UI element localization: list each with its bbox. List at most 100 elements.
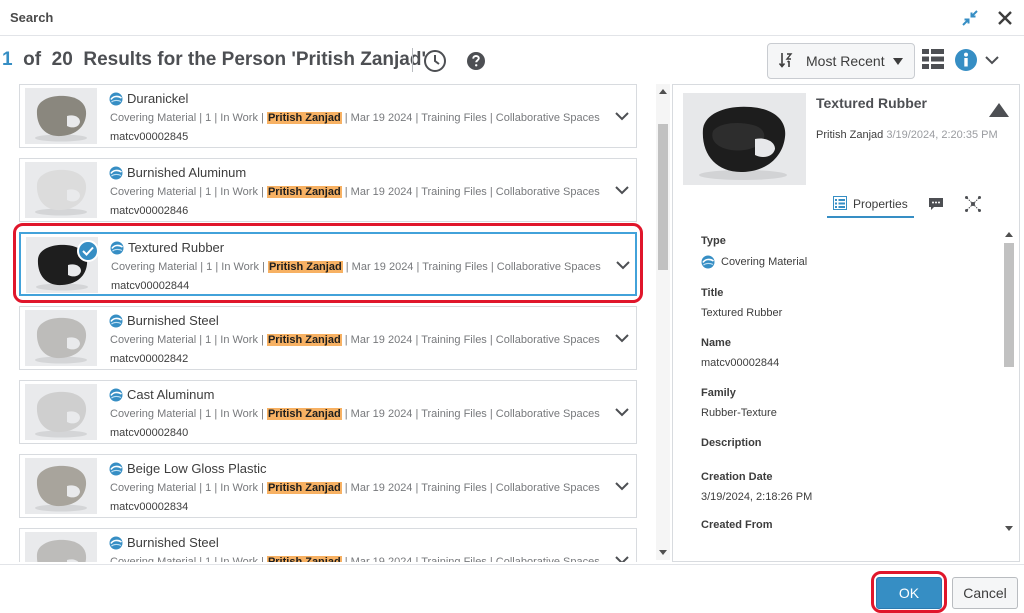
result-card[interactable]: Burnished Aluminum Covering Material | 1 … bbox=[19, 158, 637, 222]
result-card[interactable]: Burnished Steel Covering Material | 1 | I… bbox=[19, 306, 637, 370]
property-item: Created From bbox=[701, 519, 773, 531]
result-card[interactable]: Beige Low Gloss Plastic Covering Material… bbox=[19, 454, 637, 518]
result-thumbnail bbox=[25, 532, 97, 562]
covering-material-icon bbox=[109, 536, 123, 550]
result-owner-highlight: Pritish Zanjad bbox=[266, 556, 342, 562]
chevron-down-icon[interactable] bbox=[614, 479, 630, 491]
results-scrollbar-thumb[interactable] bbox=[658, 124, 668, 270]
props-scroll-up-icon[interactable] bbox=[1005, 231, 1013, 239]
result-card[interactable]: Textured Rubber Covering Material | 1 | I… bbox=[19, 232, 637, 296]
cancel-button[interactable]: Cancel bbox=[952, 577, 1018, 609]
dialog-title-bar: Search bbox=[0, 0, 1024, 36]
covering-material-icon bbox=[109, 92, 123, 106]
properties-scrollbar[interactable] bbox=[1002, 227, 1016, 539]
properties-list-icon bbox=[833, 195, 847, 213]
properties-scrollbar-thumb[interactable] bbox=[1004, 243, 1014, 367]
result-thumbnail bbox=[25, 310, 97, 366]
result-meta-suffix: | Mar 19 2024 | Training Files | Collabo… bbox=[344, 482, 600, 494]
chevron-down-icon[interactable] bbox=[615, 258, 631, 270]
result-owner-highlight: Pritish Zanjad bbox=[266, 112, 342, 124]
result-thumbnail bbox=[25, 88, 97, 144]
dialog-title: Search bbox=[10, 10, 54, 25]
detail-owner-line: Pritish Zanjad 3/19/2024, 2:20:35 PM bbox=[816, 129, 998, 141]
question-circle-icon[interactable] bbox=[463, 48, 489, 74]
selected-check-icon bbox=[77, 240, 99, 262]
result-meta-prefix: Covering Material | 1 | In Work | bbox=[110, 186, 264, 198]
result-name[interactable]: Burnished Aluminum bbox=[127, 165, 246, 180]
dialog-footer: OK Cancel bbox=[0, 564, 1024, 612]
tab-relations[interactable] bbox=[958, 192, 988, 218]
results-count: 1 of 20 Results for the Person 'Pritish … bbox=[2, 49, 426, 71]
covering-material-icon bbox=[109, 388, 123, 402]
result-meta-suffix: | Mar 19 2024 | Training Files | Collabo… bbox=[344, 556, 600, 562]
result-meta-prefix: Covering Material | 1 | In Work | bbox=[110, 556, 264, 562]
property-value: matcv00002844 bbox=[701, 357, 780, 369]
tab-properties-label: Properties bbox=[853, 197, 908, 211]
result-owner-highlight: Pritish Zanjad bbox=[266, 482, 342, 494]
result-card[interactable]: Cast Aluminum Covering Material | 1 | In … bbox=[19, 380, 637, 444]
chevron-down-icon[interactable] bbox=[614, 331, 630, 343]
clock-icon[interactable] bbox=[422, 48, 448, 74]
results-description: Results for the Person 'Pritish Zanjad' bbox=[83, 49, 427, 70]
property-item: Name matcv00002844 bbox=[701, 337, 779, 369]
result-meta-prefix: Covering Material | 1 | In Work | bbox=[110, 408, 264, 420]
chevron-down-icon[interactable] bbox=[614, 553, 630, 562]
result-name[interactable]: Duranickel bbox=[127, 91, 188, 106]
info-circle-icon[interactable] bbox=[953, 47, 979, 73]
result-name[interactable]: Burnished Steel bbox=[127, 313, 219, 328]
chevron-down-icon[interactable] bbox=[614, 405, 630, 417]
result-meta-prefix: Covering Material | 1 | In Work | bbox=[110, 112, 264, 124]
minimize-arrows-icon[interactable] bbox=[958, 6, 982, 30]
property-label: Creation Date bbox=[701, 471, 773, 483]
property-item: Description bbox=[701, 437, 762, 449]
result-thumbnail bbox=[25, 458, 97, 514]
property-value: Rubber-Texture bbox=[701, 407, 777, 419]
chevron-down-icon[interactable] bbox=[614, 109, 630, 121]
result-meta: Covering Material | 1 | In Work | Pritis… bbox=[110, 186, 600, 198]
result-owner-highlight: Pritish Zanjad bbox=[267, 261, 343, 273]
caret-down-icon bbox=[892, 53, 903, 69]
result-meta-prefix: Covering Material | 1 | In Work | bbox=[110, 482, 264, 494]
result-owner-highlight: Pritish Zanjad bbox=[266, 186, 342, 198]
detail-title: Textured Rubber bbox=[816, 95, 927, 111]
tab-properties[interactable]: Properties bbox=[827, 192, 914, 218]
result-name[interactable]: Textured Rubber bbox=[128, 240, 224, 255]
result-identifier: matcv00002845 bbox=[110, 131, 189, 143]
detail-preview-image bbox=[683, 93, 806, 185]
result-identifier: matcv00002840 bbox=[110, 427, 189, 439]
result-meta-suffix: | Mar 19 2024 | Training Files | Collabo… bbox=[344, 112, 600, 124]
result-meta: Covering Material | 1 | In Work | Pritis… bbox=[110, 334, 600, 346]
sort-dropdown[interactable]: Most Recent bbox=[767, 43, 915, 79]
results-scrollbar[interactable] bbox=[656, 84, 670, 560]
result-card[interactable]: Duranickel Covering Material | 1 | In Wor… bbox=[19, 84, 637, 148]
result-meta: Covering Material | 1 | In Work | Pritis… bbox=[111, 261, 601, 273]
results-list: Duranickel Covering Material | 1 | In Wor… bbox=[0, 82, 654, 562]
chevron-down-icon[interactable] bbox=[614, 183, 630, 195]
covering-material-icon bbox=[109, 314, 123, 328]
detail-date: 3/19/2024, 2:20:35 PM bbox=[886, 129, 998, 141]
result-thumbnail bbox=[25, 162, 97, 218]
chevron-down-icon[interactable] bbox=[979, 47, 1005, 73]
result-name[interactable]: Beige Low Gloss Plastic bbox=[127, 461, 266, 476]
sort-order-icon bbox=[778, 51, 796, 72]
sort-label: Most Recent bbox=[806, 53, 885, 69]
result-meta: Covering Material | 1 | In Work | Pritis… bbox=[110, 482, 600, 494]
header-divider bbox=[412, 48, 413, 72]
covering-material-icon bbox=[109, 166, 123, 180]
close-icon[interactable] bbox=[993, 6, 1017, 30]
props-scroll-down-icon[interactable] bbox=[1005, 524, 1013, 532]
scroll-up-arrow-icon[interactable] bbox=[659, 88, 667, 96]
detail-owner: Pritish Zanjad bbox=[816, 129, 884, 141]
ok-button[interactable]: OK bbox=[876, 577, 942, 609]
property-value: Covering Material bbox=[721, 256, 808, 268]
tab-comments[interactable] bbox=[922, 192, 950, 218]
relations-network-icon bbox=[964, 195, 982, 216]
result-card[interactable]: Burnished Steel Covering Material | 1 | I… bbox=[19, 528, 637, 562]
grid-view-icon[interactable] bbox=[920, 46, 946, 72]
result-name[interactable]: Burnished Steel bbox=[127, 535, 219, 550]
result-name[interactable]: Cast Aluminum bbox=[127, 387, 214, 402]
scroll-down-arrow-icon[interactable] bbox=[659, 548, 667, 556]
property-item: Title Textured Rubber bbox=[701, 287, 782, 319]
triangle-up-icon[interactable] bbox=[989, 103, 1009, 117]
property-value: Textured Rubber bbox=[701, 307, 783, 319]
